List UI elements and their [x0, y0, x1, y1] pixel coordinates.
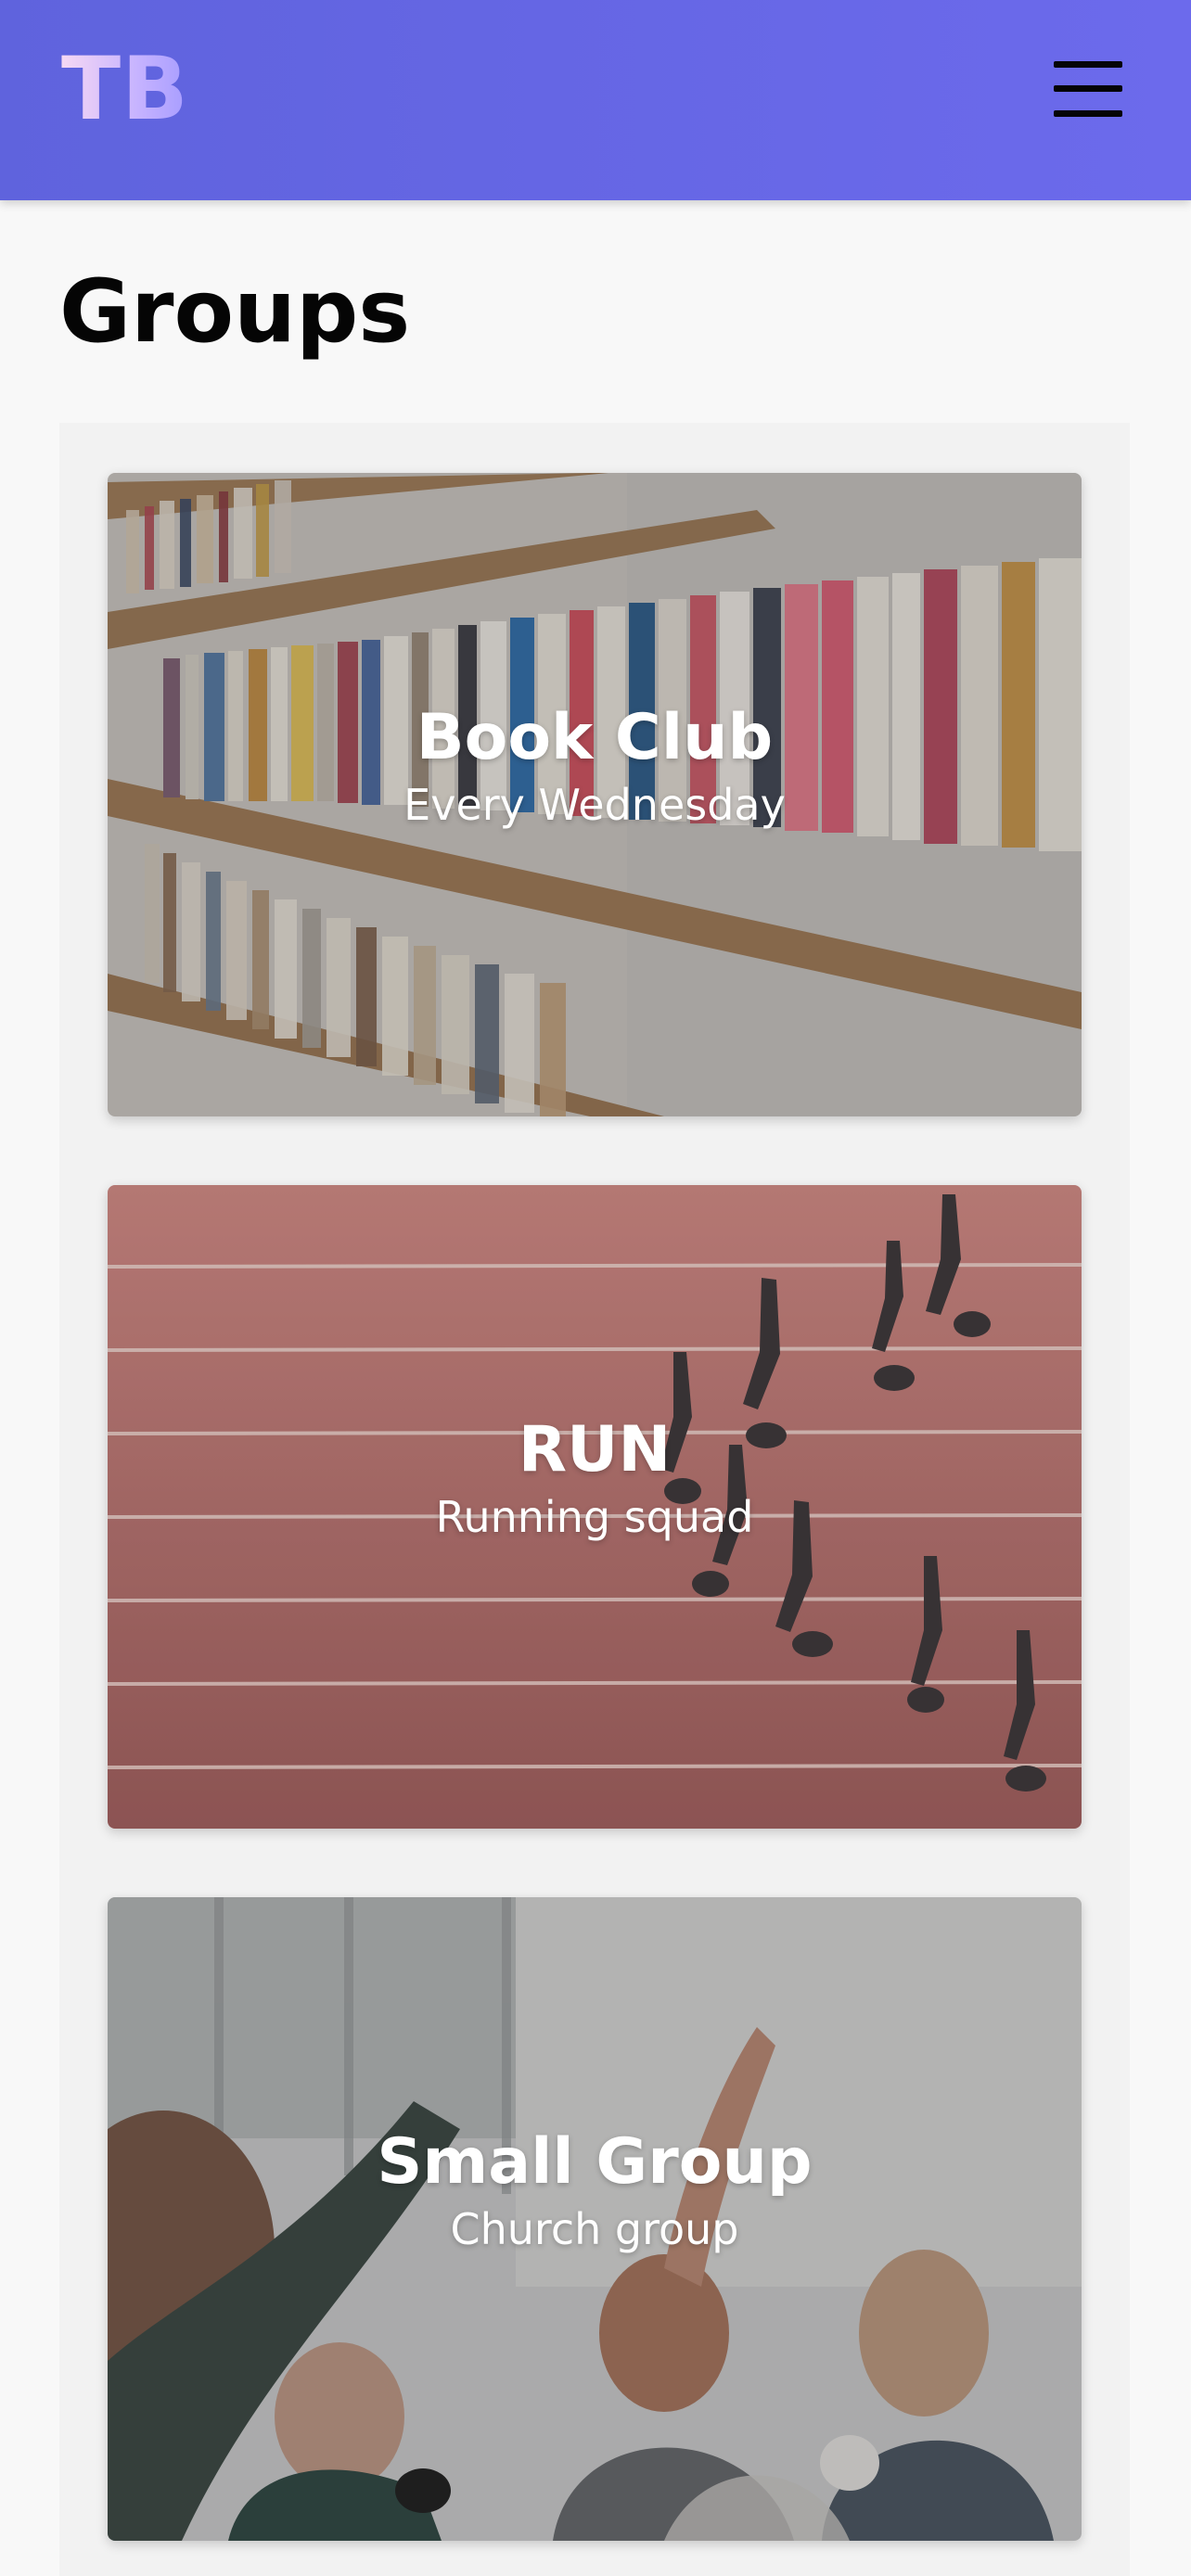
page-title: Groups [59, 261, 411, 363]
group-card-small-group[interactable]: Small Group Church group [108, 1897, 1082, 2541]
groups-list: Book Club Every Wednesday RUN Running sq… [59, 423, 1130, 2576]
group-subtitle: Every Wednesday [403, 780, 786, 830]
app-header: TB [0, 0, 1191, 200]
logo[interactable]: TB [61, 39, 189, 141]
hamburger-menu-icon[interactable] [1054, 61, 1122, 117]
group-subtitle: Church group [450, 2204, 739, 2254]
group-title: RUN [518, 1413, 672, 1486]
group-card-run[interactable]: RUN Running squad [108, 1185, 1082, 1829]
group-subtitle: Running squad [435, 1492, 754, 1542]
group-title: Small Group [377, 2125, 813, 2199]
group-title: Book Club [416, 701, 774, 774]
group-card-book-club[interactable]: Book Club Every Wednesday [108, 473, 1082, 1116]
